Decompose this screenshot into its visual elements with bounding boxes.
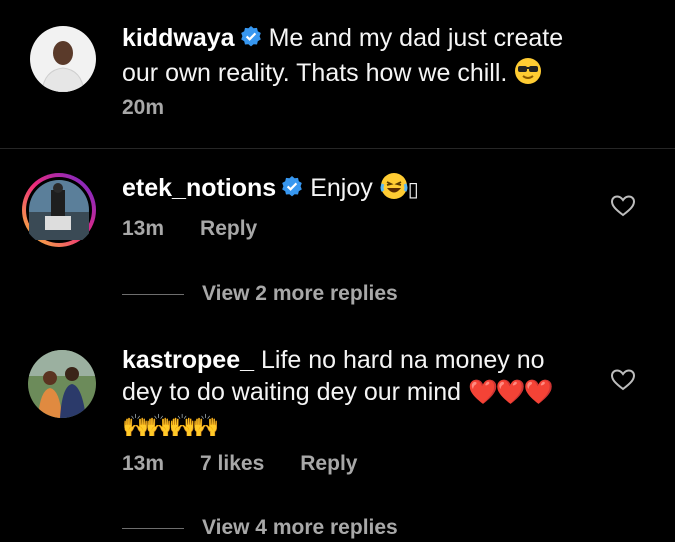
divider xyxy=(0,148,675,149)
laughing-emoji-icon xyxy=(380,172,408,208)
replies-line xyxy=(122,293,184,295)
raised-hands-emoji: 🙌🙌🙌🙌 xyxy=(122,413,220,438)
view-more-replies-button[interactable]: View 4 more replies xyxy=(122,516,398,540)
comment-meta: 13m Reply xyxy=(122,217,293,241)
reply-button[interactable]: Reply xyxy=(300,452,357,475)
replies-line xyxy=(122,527,184,529)
timestamp: 13m xyxy=(122,452,165,475)
sunglasses-emoji-icon xyxy=(514,57,542,93)
view-replies-label: View 4 more replies xyxy=(202,516,398,539)
comment-body-line1: Me and my dad just create xyxy=(268,24,564,52)
view-replies-label: View 2 more replies xyxy=(202,282,398,305)
comment-text: kiddwaya Me and my dad just create our ow… xyxy=(122,22,662,93)
reply-button[interactable]: Reply xyxy=(200,217,257,240)
verified-badge-icon xyxy=(280,175,304,207)
comment-body-line2: our own reality. Thats how we chill. xyxy=(122,59,508,87)
like-heart-icon[interactable] xyxy=(610,368,636,392)
avatar[interactable] xyxy=(30,26,96,92)
comment-body-line2: dey to do waiting dey our mind xyxy=(122,378,462,406)
comment-text: kastropee_ Life no hard na money no dey … xyxy=(122,344,602,442)
hearts-emoji: ❤️❤️❤️ xyxy=(468,379,554,406)
comment-meta: 13m 7 likes Reply xyxy=(122,452,393,476)
comment-text: etek_notions Enjoy ▯ xyxy=(122,172,592,208)
comment-meta: 20m xyxy=(122,96,200,120)
username[interactable]: kiddwaya xyxy=(122,24,235,52)
view-more-replies-button[interactable]: View 2 more replies xyxy=(122,282,398,306)
comments-screen: kiddwaya Me and my dad just create our ow… xyxy=(0,0,675,542)
avatar[interactable] xyxy=(21,172,97,248)
avatar[interactable] xyxy=(28,350,96,418)
verified-badge-icon xyxy=(239,25,263,57)
username[interactable]: etek_notions xyxy=(122,174,276,202)
timestamp: 13m xyxy=(122,217,165,240)
comment-body: Enjoy xyxy=(310,174,373,202)
missing-glyph: ▯ xyxy=(407,179,419,201)
like-heart-icon[interactable] xyxy=(610,194,636,218)
username[interactable]: kastropee_ xyxy=(122,346,254,374)
likes-count[interactable]: 7 likes xyxy=(200,452,264,475)
timestamp: 20m xyxy=(122,96,165,119)
comment-body-line1: Life no hard na money no xyxy=(260,346,545,374)
